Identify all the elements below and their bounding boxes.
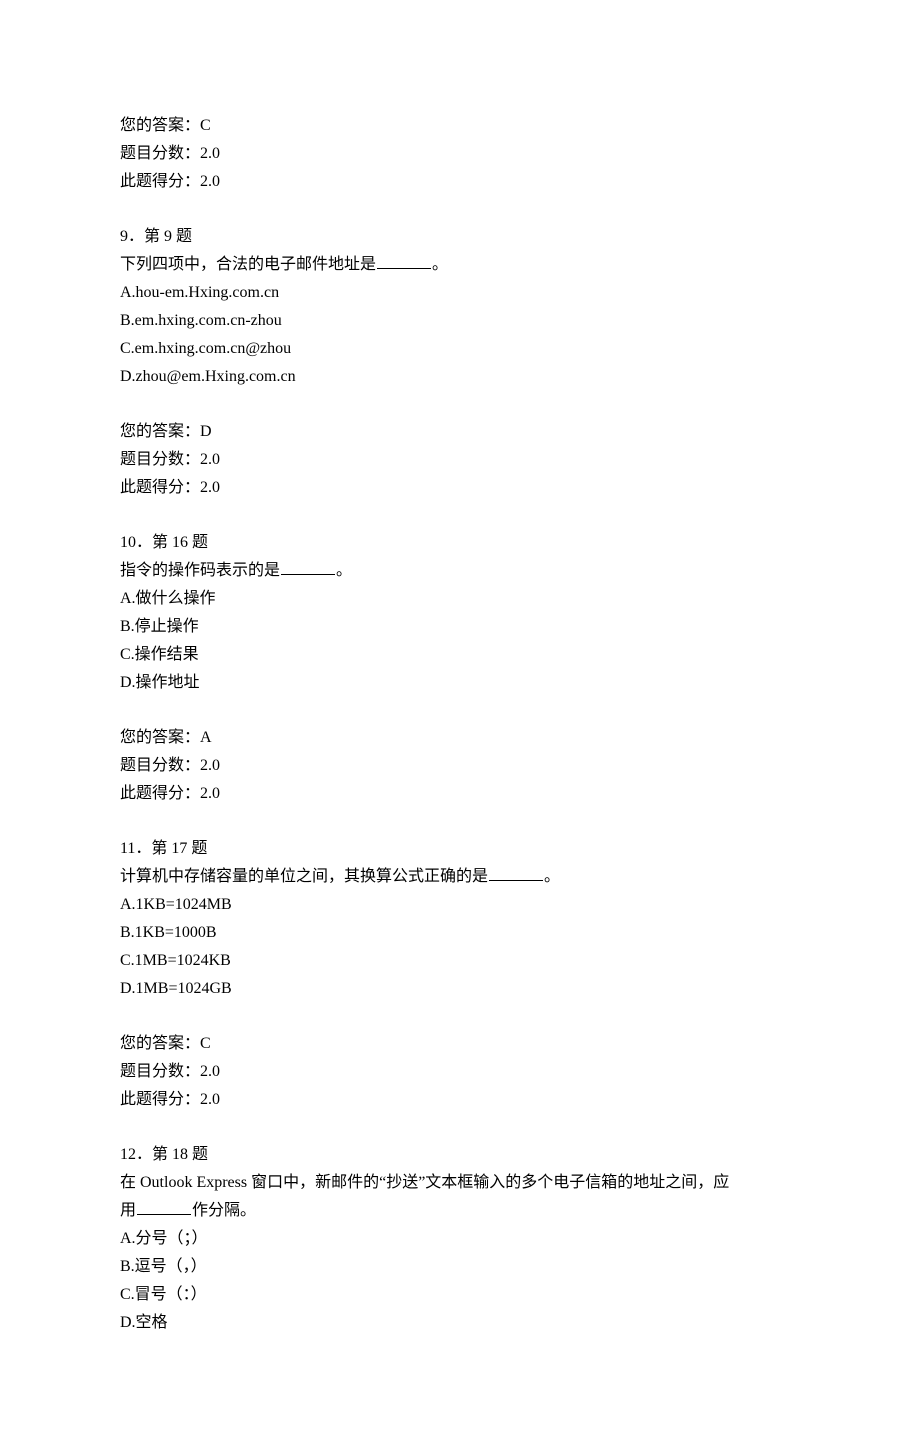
stem-post: 。 [336, 562, 352, 579]
stem-pre: 指令的操作码表示的是 [120, 562, 280, 579]
earned-score-line: 此题得分：2.0 [120, 168, 800, 196]
full-score-label: 题目分数： [120, 1063, 200, 1080]
earned-score-label: 此题得分： [120, 173, 200, 190]
earned-score-label: 此题得分： [120, 785, 200, 802]
full-score-value: 2.0 [200, 1063, 220, 1080]
answer-line: 您的答案：C [120, 1030, 800, 1058]
answer-line: 您的答案：D [120, 418, 800, 446]
question-number: 10．第 16 题 [120, 529, 800, 557]
full-score-value: 2.0 [200, 451, 220, 468]
option-a: A.分号（；） [120, 1225, 800, 1253]
option-d: D.空格 [120, 1309, 800, 1337]
option-b: B.逗号（，） [120, 1253, 800, 1281]
answer-value: C [200, 117, 211, 134]
stem-line2-post: 作分隔。 [192, 1202, 256, 1219]
earned-score-value: 2.0 [200, 479, 220, 496]
stem-post: 。 [432, 256, 448, 273]
answer-value: D [200, 423, 212, 440]
option-d: D.操作地址 [120, 669, 800, 697]
earned-score-value: 2.0 [200, 173, 220, 190]
question-stem: 下列四项中，合法的电子邮件地址是 。 [120, 251, 800, 279]
earned-score-value: 2.0 [200, 785, 220, 802]
full-score-line: 题目分数：2.0 [120, 446, 800, 474]
full-score-label: 题目分数： [120, 145, 200, 162]
earned-score-line: 此题得分：2.0 [120, 1086, 800, 1114]
fill-blank [137, 1199, 191, 1215]
full-score-value: 2.0 [200, 145, 220, 162]
full-score-line: 题目分数：2.0 [120, 752, 800, 780]
document-page: 您的答案：C 题目分数：2.0 此题得分：2.0 9．第 9 题 下列四项中，合… [0, 0, 920, 1437]
answer-line: 您的答案：A [120, 724, 800, 752]
answer-value: C [200, 1035, 211, 1052]
full-score-line: 题目分数：2.0 [120, 1058, 800, 1086]
stem-line2-pre: 用 [120, 1202, 136, 1219]
option-c: C.em.hxing.com.cn@zhou [120, 335, 800, 363]
question-stem-line2: 用 作分隔。 [120, 1197, 800, 1225]
answer-label: 您的答案： [120, 1035, 200, 1052]
answer-label: 您的答案： [120, 423, 200, 440]
earned-score-label: 此题得分： [120, 479, 200, 496]
full-score-line: 题目分数：2.0 [120, 140, 800, 168]
option-c: C.操作结果 [120, 641, 800, 669]
question-number: 11．第 17 题 [120, 835, 800, 863]
earned-score-label: 此题得分： [120, 1091, 200, 1108]
earned-score-value: 2.0 [200, 1091, 220, 1108]
fill-blank [377, 253, 431, 269]
answer-label: 您的答案： [120, 117, 200, 134]
option-a: A.做什么操作 [120, 585, 800, 613]
full-score-value: 2.0 [200, 757, 220, 774]
option-b: B.停止操作 [120, 613, 800, 641]
question-stem-line1: 在 Outlook Express 窗口中，新邮件的“抄送”文本框输入的多个电子… [120, 1169, 800, 1197]
option-c: C.冒号（：） [120, 1281, 800, 1309]
earned-score-line: 此题得分：2.0 [120, 780, 800, 808]
question-stem: 指令的操作码表示的是 。 [120, 557, 800, 585]
option-d: D.zhou@em.Hxing.com.cn [120, 363, 800, 391]
stem-pre: 下列四项中，合法的电子邮件地址是 [120, 256, 376, 273]
option-d: D.1MB=1024GB [120, 975, 800, 1003]
option-c: C.1MB=1024KB [120, 947, 800, 975]
full-score-label: 题目分数： [120, 451, 200, 468]
option-b: B.1KB=1000B [120, 919, 800, 947]
option-a: A.hou-em.Hxing.com.cn [120, 279, 800, 307]
option-b: B.em.hxing.com.cn-zhou [120, 307, 800, 335]
answer-label: 您的答案： [120, 729, 200, 746]
fill-blank [281, 559, 335, 575]
question-number: 12．第 18 题 [120, 1141, 800, 1169]
question-number: 9．第 9 题 [120, 223, 800, 251]
fill-blank [489, 865, 543, 881]
full-score-label: 题目分数： [120, 757, 200, 774]
earned-score-line: 此题得分：2.0 [120, 474, 800, 502]
option-a: A.1KB=1024MB [120, 891, 800, 919]
stem-post: 。 [544, 868, 560, 885]
stem-pre: 计算机中存储容量的单位之间，其换算公式正确的是 [120, 868, 488, 885]
answer-line: 您的答案：C [120, 112, 800, 140]
answer-value: A [200, 729, 212, 746]
question-stem: 计算机中存储容量的单位之间，其换算公式正确的是 。 [120, 863, 800, 891]
